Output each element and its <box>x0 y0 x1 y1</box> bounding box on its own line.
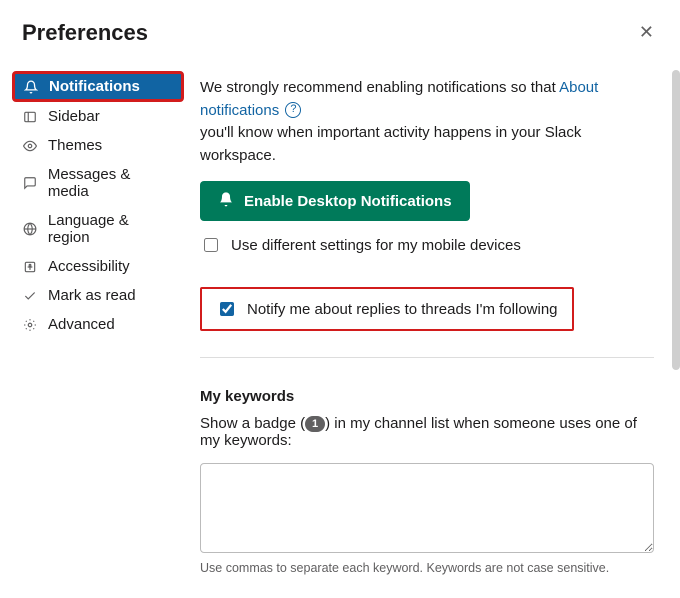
keywords-hint: Use commas to separate each keyword. Key… <box>200 561 654 575</box>
scrollbar[interactable] <box>672 70 680 597</box>
sidebar-item-accessibility[interactable]: Accessibility <box>12 252 184 281</box>
keywords-title: My keywords <box>200 388 654 405</box>
sidebar-item-mark-as-read[interactable]: Mark as read <box>12 281 184 310</box>
preferences-sidebar: Notifications Sidebar Themes Messages & … <box>0 59 190 598</box>
sidebar-item-label: Mark as read <box>48 287 136 304</box>
preferences-content: We strongly recommend enabling notificat… <box>190 59 680 598</box>
divider <box>200 357 654 358</box>
mobile-settings-label: Use different settings for my mobile dev… <box>231 237 521 254</box>
sidebar-item-label: Advanced <box>48 316 115 333</box>
sidebar-item-label: Sidebar <box>48 108 100 125</box>
layout-sidebar-icon <box>22 110 38 124</box>
close-icon[interactable]: ✕ <box>633 18 660 47</box>
thread-replies-checkbox[interactable] <box>220 302 234 316</box>
modal-body: Notifications Sidebar Themes Messages & … <box>0 59 680 598</box>
sidebar-item-language-region[interactable]: Language & region <box>12 206 184 252</box>
keywords-desc-before: Show a badge ( <box>200 415 305 432</box>
mobile-settings-checkbox[interactable] <box>204 238 218 252</box>
sidebar-item-messages-media[interactable]: Messages & media <box>12 160 184 206</box>
help-icon[interactable]: ? <box>285 102 301 118</box>
sidebar-item-advanced[interactable]: Advanced <box>12 310 184 339</box>
keywords-desc: Show a badge (1) in my channel list when… <box>200 415 654 449</box>
mobile-settings-row[interactable]: Use different settings for my mobile dev… <box>200 235 654 255</box>
scrollbar-thumb[interactable] <box>672 70 680 370</box>
sidebar-item-label: Notifications <box>49 78 140 95</box>
enable-button-label: Enable Desktop Notifications <box>244 193 452 210</box>
sidebar-item-sidebar[interactable]: Sidebar <box>12 102 184 131</box>
sidebar-item-label: Language & region <box>48 212 174 246</box>
badge-count: 1 <box>305 416 325 432</box>
message-icon <box>22 176 38 190</box>
enable-desktop-notifications-button[interactable]: Enable Desktop Notifications <box>200 181 470 221</box>
sidebar-item-themes[interactable]: Themes <box>12 131 184 160</box>
gear-icon <box>22 318 38 332</box>
sidebar-item-label: Accessibility <box>48 258 130 275</box>
keywords-input[interactable] <box>200 463 654 553</box>
thread-replies-label: Notify me about replies to threads I'm f… <box>247 301 558 318</box>
sidebar-item-notifications[interactable]: Notifications <box>12 71 184 102</box>
modal-header: Preferences ✕ <box>0 0 680 59</box>
intro-text: We strongly recommend enabling notificat… <box>200 77 654 167</box>
eye-icon <box>22 139 38 153</box>
bell-icon <box>218 191 234 211</box>
thread-replies-row[interactable]: Notify me about replies to threads I'm f… <box>200 287 574 331</box>
intro-part1: We strongly recommend enabling notificat… <box>200 79 559 96</box>
intro-part2: you'll know when important activity happ… <box>200 124 581 164</box>
sidebar-item-label: Messages & media <box>48 166 174 200</box>
check-icon <box>22 289 38 303</box>
page-title: Preferences <box>22 20 148 46</box>
bell-icon <box>23 80 39 94</box>
globe-icon <box>22 222 38 236</box>
sidebar-item-label: Themes <box>48 137 102 154</box>
accessibility-icon <box>22 260 38 274</box>
